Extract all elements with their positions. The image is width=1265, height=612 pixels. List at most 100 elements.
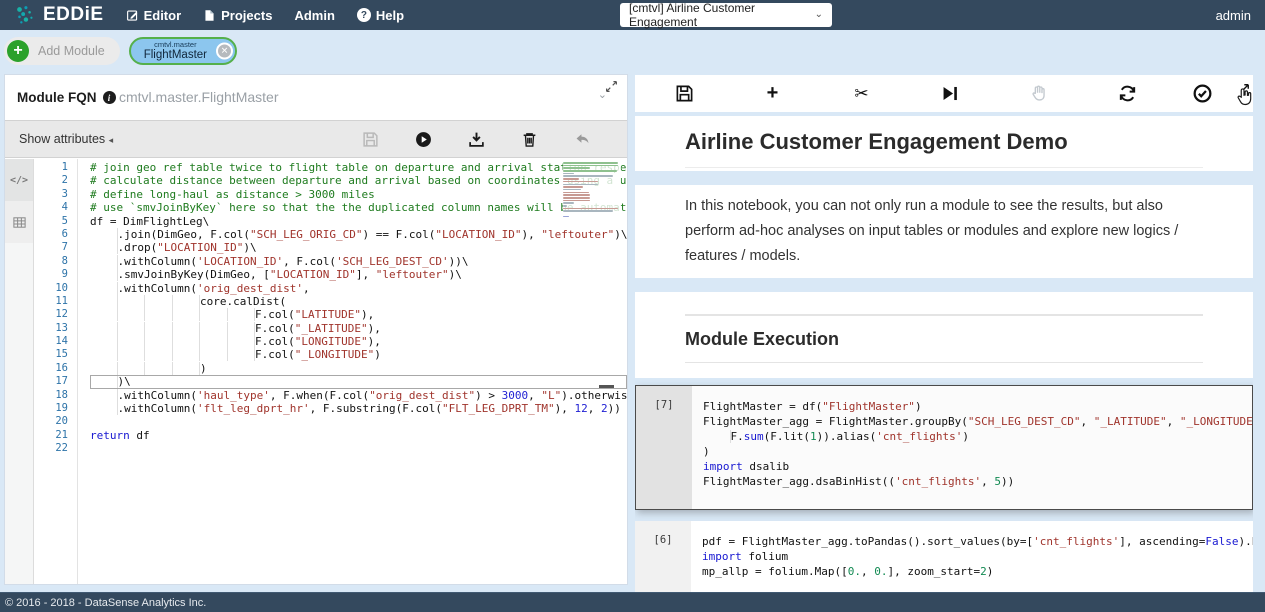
- module-chip-bar: + Add Module cmtvl.master FlightMaster ✕: [4, 37, 237, 65]
- editor-pencil-icon: [126, 9, 139, 22]
- minimap-line: [563, 175, 613, 177]
- tab-table-view[interactable]: [5, 201, 33, 243]
- line-number: 8: [34, 255, 77, 268]
- notebook-cell[interactable]: [7]FlightMaster = df("FlightMaster")Flig…: [635, 385, 1253, 510]
- module-chip-flightmaster[interactable]: cmtvl.master FlightMaster ✕: [129, 37, 237, 65]
- project-select[interactable]: [cmtvl] Airline Customer Engagement ⌄: [620, 3, 832, 27]
- save-notebook-icon[interactable]: [675, 84, 694, 103]
- code-line: core.calDist(: [90, 295, 627, 308]
- line-number-gutter: 12345678910111213141516171819202122: [34, 159, 78, 584]
- notebook-description: In this notebook, you can not only run a…: [685, 194, 1203, 269]
- code-editor[interactable]: </> 12345678910111213141516171819202122 …: [5, 159, 627, 584]
- notebook-cell[interactable]: [6]pdf = FlightMaster_agg.toPandas().sor…: [635, 521, 1253, 592]
- code-line: # calculate distance between departure a…: [90, 174, 627, 187]
- code-line: F.sum(F.lit(1)).alias('cnt_flights'): [703, 429, 1244, 444]
- line-number: 10: [34, 282, 77, 295]
- nav-label: Projects: [221, 8, 272, 23]
- minimap-line: [563, 165, 618, 167]
- line-number: 7: [34, 241, 77, 254]
- line-number: 15: [34, 348, 77, 361]
- line-number: 21: [34, 429, 77, 442]
- code-area[interactable]: # join geo ref table twice to flight tab…: [78, 159, 627, 584]
- code-line: FlightMaster_agg = FlightMaster.groupBy(…: [703, 414, 1244, 429]
- chip-name: FlightMaster: [144, 49, 207, 61]
- line-number: 16: [34, 362, 77, 375]
- module-fqn-input[interactable]: cmtvl.master.FlightMaster: [119, 89, 278, 105]
- code-line: df = DimFlightLeg\: [90, 215, 627, 228]
- cell-code[interactable]: FlightMaster = df("FlightMaster")FlightM…: [692, 386, 1252, 509]
- close-icon[interactable]: ✕: [216, 43, 233, 60]
- expand-notebook-icon[interactable]: [1236, 83, 1250, 97]
- eddie-logo-icon: [14, 4, 36, 26]
- scrollbar-marker[interactable]: [599, 385, 614, 388]
- line-number: 19: [34, 402, 77, 415]
- expand-panel-icon[interactable]: [605, 80, 618, 93]
- module-execution-block: Module Execution: [635, 292, 1253, 378]
- project-select-value: [cmtvl] Airline Customer Engagement: [629, 1, 815, 29]
- minimap-line: [563, 216, 569, 218]
- nav-item-admin[interactable]: Admin: [294, 8, 334, 23]
- show-attributes-toggle[interactable]: Show attributes ◂: [19, 132, 113, 146]
- code-line: F.col("LONGITUDE"),: [90, 335, 627, 348]
- user-menu[interactable]: admin: [1216, 8, 1251, 23]
- minimap-line: [563, 173, 574, 175]
- line-number: 9: [34, 268, 77, 281]
- cell-code[interactable]: pdf = FlightMaster_agg.toPandas().sort_v…: [691, 521, 1253, 592]
- notebook-cells: [7]FlightMaster = df("FlightMaster")Flig…: [635, 385, 1253, 592]
- download-icon[interactable]: [468, 131, 485, 148]
- editor-toolbar: Show attributes ◂: [5, 120, 627, 158]
- line-number: 5: [34, 215, 77, 228]
- notebook-title: Airline Customer Engagement Demo: [685, 129, 1203, 168]
- projects-file-icon: [203, 9, 216, 22]
- minimap-line: [563, 194, 590, 196]
- add-module-label: Add Module: [38, 44, 105, 58]
- save-icon[interactable]: [362, 131, 379, 148]
- editor-minimap[interactable]: [563, 162, 621, 221]
- code-line: .join(DimGeo, F.col("SCH_LEG_ORIG_CD") =…: [90, 228, 627, 241]
- chevron-down-icon: ⌄: [815, 10, 823, 20]
- code-line: .withColumn('flt_leg_dprt_hr', F.substri…: [90, 402, 627, 415]
- minimap-line: [563, 210, 613, 212]
- nav-label: Editor: [144, 8, 182, 23]
- cut-cell-icon[interactable]: ✂: [852, 84, 871, 103]
- editor-side-tabs: </>: [5, 159, 34, 584]
- restart-refresh-icon[interactable]: [1118, 84, 1137, 103]
- validate-check-icon[interactable]: [1193, 84, 1212, 103]
- code-line: FlightMaster = df("FlightMaster"): [703, 399, 1244, 414]
- delete-icon[interactable]: [521, 131, 538, 148]
- line-number: 22: [34, 442, 77, 455]
- module-fqn-row: Module FQN i cmtvl.master.FlightMaster ⌄: [5, 75, 627, 120]
- nav-item-editor[interactable]: Editor: [126, 8, 182, 23]
- top-navbar: EDDiE Editor Projects Admin ? Help [cmtv…: [0, 0, 1265, 30]
- code-line: .withColumn('LOCATION_ID', F.col('SCH_LE…: [90, 255, 627, 268]
- pan-hand-icon: [1029, 84, 1048, 103]
- code-line: ): [90, 362, 627, 375]
- code-line: .withColumn('haul_type', F.when(F.col("o…: [90, 389, 627, 402]
- info-icon[interactable]: i: [103, 91, 116, 104]
- run-module-icon[interactable]: [415, 131, 432, 148]
- nav-item-projects[interactable]: Projects: [203, 8, 272, 23]
- cell-prompt: [6]: [635, 521, 691, 592]
- add-module-button[interactable]: + Add Module: [4, 37, 120, 65]
- cell-prompt: [7]: [636, 386, 692, 509]
- minimap-line: [563, 192, 589, 194]
- section-heading: Module Execution: [685, 329, 1203, 350]
- app-logo[interactable]: EDDiE: [14, 4, 104, 26]
- line-number: 13: [34, 322, 77, 335]
- run-all-icon[interactable]: [940, 84, 959, 103]
- undo-icon[interactable]: [574, 131, 591, 148]
- add-cell-icon[interactable]: +: [763, 84, 782, 103]
- minimap-line: [563, 205, 567, 207]
- tab-code-view[interactable]: </>: [5, 159, 33, 201]
- code-line: .drop("LOCATION_ID")\: [90, 241, 627, 254]
- nav-label: Admin: [294, 8, 334, 23]
- line-number: 3: [34, 188, 77, 201]
- plus-icon: +: [7, 40, 29, 62]
- line-number: 2: [34, 174, 77, 187]
- nav-item-help[interactable]: ? Help: [357, 8, 404, 23]
- copyright-text: © 2016 - 2018 - DataSense Analytics Inc.: [5, 597, 206, 609]
- code-line: # use `smvJoinByKey` here so that the th…: [90, 201, 627, 214]
- line-number: 12: [34, 308, 77, 321]
- minimap-line: [563, 178, 579, 180]
- divider: [685, 314, 1203, 316]
